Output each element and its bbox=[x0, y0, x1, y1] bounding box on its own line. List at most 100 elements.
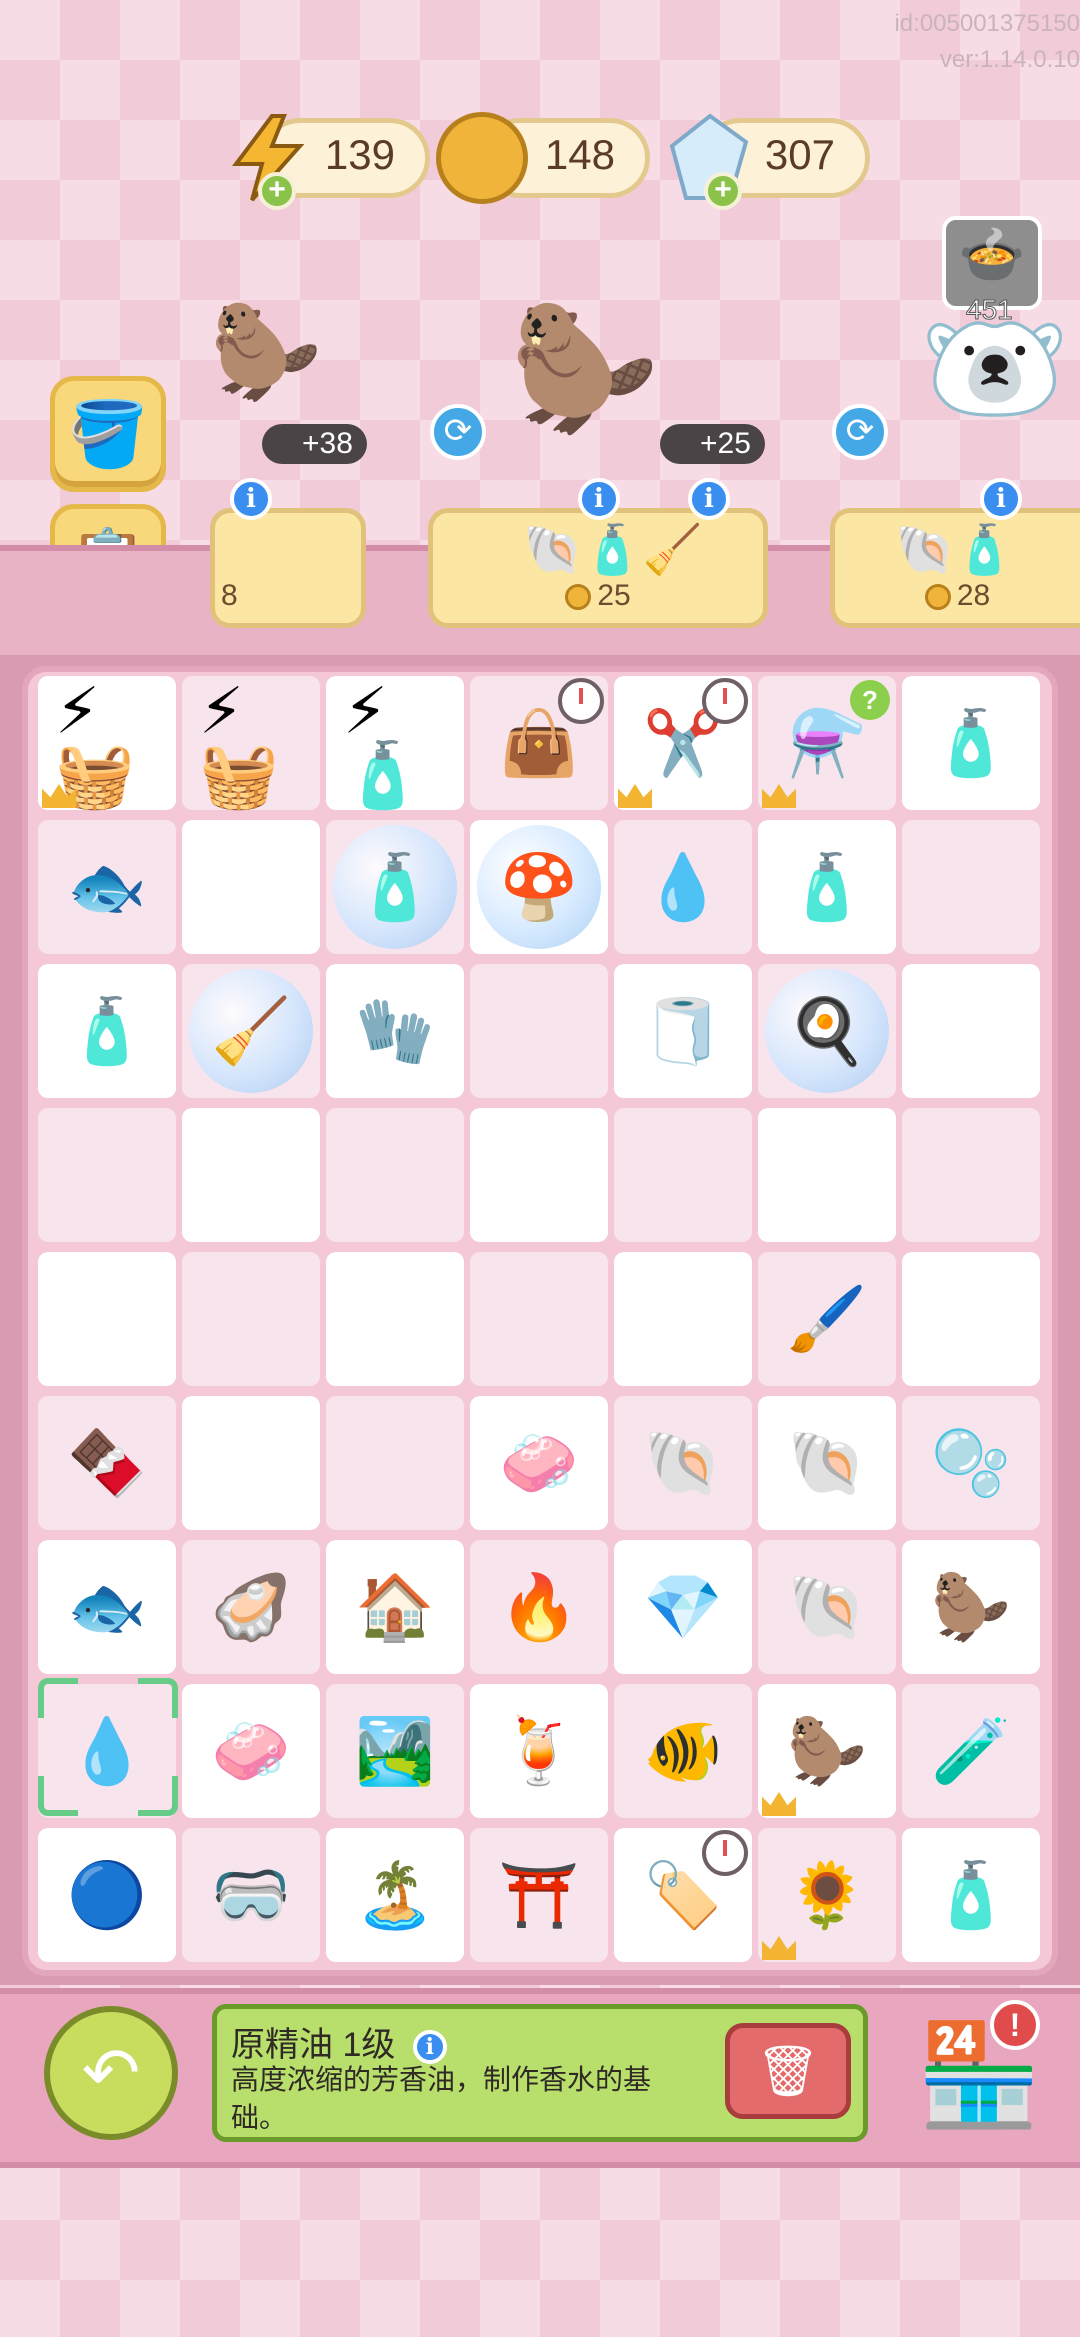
board-cell[interactable] bbox=[902, 1252, 1040, 1386]
board-item[interactable]: 🧼 bbox=[199, 1699, 303, 1803]
order-card-left[interactable]: 8 bbox=[210, 508, 366, 628]
board-cell[interactable]: 🏷️ bbox=[614, 1828, 752, 1962]
board-item[interactable]: 🔵 bbox=[55, 1843, 159, 1947]
board-cell[interactable] bbox=[182, 1108, 320, 1242]
board-cell[interactable]: 🐠 bbox=[614, 1684, 752, 1818]
board-cell[interactable] bbox=[470, 964, 608, 1098]
board-cell[interactable]: 🦫 bbox=[902, 1540, 1040, 1674]
board-cell[interactable]: 💎 bbox=[614, 1540, 752, 1674]
board-cell[interactable]: 🐟 bbox=[38, 820, 176, 954]
board-cell[interactable]: 🍄 bbox=[470, 820, 608, 954]
board-cell[interactable]: 🧴 bbox=[902, 1828, 1040, 1962]
board-item[interactable]: 🐟 bbox=[55, 835, 159, 939]
board-item[interactable]: 🧴 bbox=[919, 691, 1023, 795]
board-cell[interactable]: ⚡🧺 bbox=[182, 676, 320, 810]
board-cell[interactable]: 🍹 bbox=[470, 1684, 608, 1818]
board-cell[interactable]: 🧻 bbox=[614, 964, 752, 1098]
board-cell[interactable]: 🐚 bbox=[614, 1396, 752, 1530]
board-cell[interactable] bbox=[614, 1108, 752, 1242]
board-cell[interactable]: 🧼 bbox=[470, 1396, 608, 1530]
board-cell[interactable]: 🥽 bbox=[182, 1828, 320, 1962]
board-item[interactable]: 🧴 bbox=[775, 835, 879, 939]
info-icon[interactable]: i bbox=[578, 478, 620, 520]
board-item[interactable]: 🖌️ bbox=[775, 1267, 879, 1371]
board-cell[interactable]: 🦫 bbox=[758, 1684, 896, 1818]
gem-add-button[interactable]: + bbox=[704, 172, 742, 210]
capybara-customer-center[interactable]: 🦫 bbox=[510, 300, 659, 490]
board-item[interactable]: 🧹 bbox=[199, 979, 303, 1083]
board-item[interactable]: 🐠 bbox=[631, 1699, 735, 1803]
board-item[interactable]: 🍹 bbox=[487, 1699, 591, 1803]
board-item[interactable]: 💎 bbox=[631, 1555, 735, 1659]
energy-add-button[interactable]: + bbox=[258, 172, 296, 210]
board-cell[interactable]: 🌻 bbox=[758, 1828, 896, 1962]
board-item[interactable]: 🥽 bbox=[199, 1843, 303, 1947]
board-cell[interactable]: 🔵 bbox=[38, 1828, 176, 1962]
board-cell[interactable]: 🍳 bbox=[758, 964, 896, 1098]
board-cell[interactable] bbox=[38, 1108, 176, 1242]
board-cell[interactable]: ⚡🧺 bbox=[38, 676, 176, 810]
board-cell[interactable] bbox=[182, 1396, 320, 1530]
board-cell[interactable]: 👜 bbox=[470, 676, 608, 810]
board-cell[interactable]: 🧴 bbox=[326, 820, 464, 954]
board-item[interactable]: ⚡🧴 bbox=[343, 679, 447, 807]
board-cell[interactable]: 🔥 bbox=[470, 1540, 608, 1674]
board-cell[interactable] bbox=[902, 820, 1040, 954]
board-item[interactable]: 🍫 bbox=[55, 1411, 159, 1515]
board-cell[interactable]: 🫧 bbox=[902, 1396, 1040, 1530]
board-cell[interactable] bbox=[470, 1252, 608, 1386]
polar-bear-customer[interactable]: 🐻‍❄️ bbox=[920, 300, 1080, 500]
back-button[interactable]: ↶ bbox=[44, 2006, 178, 2140]
swap-icon[interactable]: ⟳ bbox=[832, 404, 888, 460]
board-item[interactable]: 🧼 bbox=[487, 1411, 591, 1515]
board-cell[interactable]: 🧹 bbox=[182, 964, 320, 1098]
board-item[interactable]: ⚡🧺 bbox=[199, 679, 303, 807]
board-cell[interactable] bbox=[614, 1252, 752, 1386]
info-icon[interactable]: i bbox=[230, 478, 272, 520]
board-cell[interactable]: 🧪 bbox=[902, 1684, 1040, 1818]
board-item[interactable]: 🐚 bbox=[775, 1555, 879, 1659]
board-cell[interactable]: 🦪 bbox=[182, 1540, 320, 1674]
board-item[interactable]: 🐚 bbox=[775, 1411, 879, 1515]
board-item[interactable]: ⛩️ bbox=[487, 1843, 591, 1947]
board-item[interactable]: 🌻 bbox=[775, 1843, 879, 1947]
board-item[interactable]: 🧴 bbox=[343, 835, 447, 939]
board-cell[interactable] bbox=[182, 820, 320, 954]
board-cell[interactable]: 🏠 bbox=[326, 1540, 464, 1674]
board-item[interactable]: 🧴 bbox=[919, 1843, 1023, 1947]
board-cell[interactable]: 🧼 bbox=[182, 1684, 320, 1818]
board-cell[interactable]: 🐟 bbox=[38, 1540, 176, 1674]
paint-bucket-button[interactable]: 🪣 bbox=[50, 376, 166, 492]
board-item[interactable]: 🏠 bbox=[343, 1555, 447, 1659]
board-item[interactable]: 🦪 bbox=[199, 1555, 303, 1659]
board-cell[interactable]: 🧴 bbox=[38, 964, 176, 1098]
board-cell[interactable] bbox=[38, 1252, 176, 1386]
board-item[interactable]: 🫧 bbox=[919, 1411, 1023, 1515]
board-cell[interactable]: 🖌️ bbox=[758, 1252, 896, 1386]
board-cell[interactable] bbox=[470, 1108, 608, 1242]
board-cell[interactable] bbox=[326, 1252, 464, 1386]
board-item[interactable]: 🦫 bbox=[775, 1699, 879, 1803]
board-cell[interactable] bbox=[326, 1108, 464, 1242]
board-cell[interactable]: 🍫 bbox=[38, 1396, 176, 1530]
info-icon[interactable]: i bbox=[980, 478, 1022, 520]
board-cell[interactable] bbox=[326, 1396, 464, 1530]
board-cell[interactable] bbox=[182, 1252, 320, 1386]
board-cell[interactable]: 💧 bbox=[614, 820, 752, 954]
board-cell[interactable]: 🐚 bbox=[758, 1396, 896, 1530]
trash-button[interactable]: 🗑 bbox=[725, 2023, 851, 2119]
board-cell[interactable] bbox=[758, 1108, 896, 1242]
board-cell[interactable]: ⛩️ bbox=[470, 1828, 608, 1962]
board-item[interactable]: 💧 bbox=[631, 835, 735, 939]
board-item[interactable]: 🧻 bbox=[631, 979, 735, 1083]
info-icon[interactable]: i bbox=[688, 478, 730, 520]
board-item[interactable]: 🐚 bbox=[631, 1411, 735, 1515]
capybara-customer-left[interactable]: 🦫 bbox=[210, 300, 322, 500]
board-cell[interactable]: ⚗️? bbox=[758, 676, 896, 810]
order-card-right[interactable]: 🐚🧴 28 bbox=[830, 508, 1080, 628]
board-cell[interactable]: 🐚 bbox=[758, 1540, 896, 1674]
swap-icon[interactable]: ⟳ bbox=[430, 404, 486, 460]
board-item[interactable]: 🧪 bbox=[919, 1699, 1023, 1803]
board-cell[interactable]: 🏞️ bbox=[326, 1684, 464, 1818]
board-item[interactable]: 🏝️ bbox=[343, 1843, 447, 1947]
